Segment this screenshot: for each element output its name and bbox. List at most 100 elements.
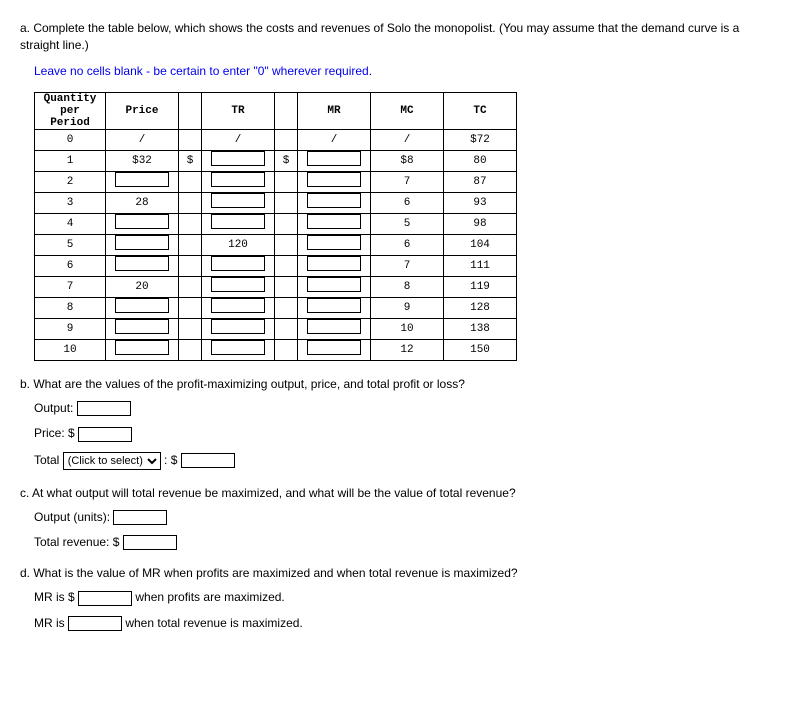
cell-q: 5 [35, 234, 106, 255]
cell-tc: 128 [444, 297, 517, 318]
cell-ds [275, 276, 298, 297]
cell-tc: 138 [444, 318, 517, 339]
cell-tc: 98 [444, 213, 517, 234]
header-quantity: Quantityper Period [35, 92, 106, 129]
mr-profits-label-post: when profits are maximized. [135, 590, 284, 604]
cell-mc: 12 [371, 339, 444, 360]
cell-mr[interactable] [298, 339, 371, 360]
cell-ds [275, 171, 298, 192]
cell-tr: / [202, 129, 275, 150]
cell-p: 28 [106, 192, 179, 213]
cell-ds [275, 318, 298, 339]
table-row: 5 120 6 104 [35, 234, 517, 255]
cell-q: 6 [35, 255, 106, 276]
mr-profits-input[interactable] [78, 591, 132, 606]
question-a-text: a. Complete the table below, which shows… [20, 20, 773, 54]
cell-mc: $8 [371, 150, 444, 171]
cell-ds [275, 234, 298, 255]
cell-q: 8 [35, 297, 106, 318]
cell-tc: 104 [444, 234, 517, 255]
cell-mc: 6 [371, 192, 444, 213]
cost-revenue-table: Quantityper Period Price TR MR MC TC 0 /… [34, 92, 517, 361]
cell-mr[interactable] [298, 213, 371, 234]
cell-tr[interactable] [202, 255, 275, 276]
cell-mr[interactable] [298, 234, 371, 255]
cell-q: 3 [35, 192, 106, 213]
table-row: 6 7 111 [35, 255, 517, 276]
cell-ds [275, 339, 298, 360]
question-c-text: c. At what output will total revenue be … [20, 486, 773, 500]
cell-p[interactable] [106, 339, 179, 360]
header-blank-1 [179, 92, 202, 129]
output-units-input[interactable] [113, 510, 167, 525]
colon-dollar: : $ [164, 453, 177, 467]
cell-mr[interactable] [298, 192, 371, 213]
cell-mr[interactable] [298, 255, 371, 276]
cell-tr[interactable] [202, 150, 275, 171]
header-price: Price [106, 92, 179, 129]
table-row: 10 12 150 [35, 339, 517, 360]
cell-tr[interactable] [202, 171, 275, 192]
price-label: Price: $ [34, 426, 75, 440]
cell-mc: 9 [371, 297, 444, 318]
cell-q: 0 [35, 129, 106, 150]
cell-mc: / [371, 129, 444, 150]
cell-tr[interactable] [202, 213, 275, 234]
cell-q: 10 [35, 339, 106, 360]
cell-ds [275, 129, 298, 150]
total-revenue-input[interactable] [123, 535, 177, 550]
cell-ds [179, 192, 202, 213]
total-select[interactable]: (Click to select) [63, 452, 161, 470]
cell-tr[interactable] [202, 276, 275, 297]
cell-mr[interactable] [298, 318, 371, 339]
cell-p[interactable] [106, 297, 179, 318]
header-mc: MC [371, 92, 444, 129]
cell-tr[interactable] [202, 339, 275, 360]
cell-ds [275, 255, 298, 276]
cell-ds [179, 276, 202, 297]
cell-ds [179, 318, 202, 339]
cell-tc: 87 [444, 171, 517, 192]
cell-tc: 80 [444, 150, 517, 171]
cell-tr[interactable] [202, 318, 275, 339]
cell-p[interactable] [106, 318, 179, 339]
price-input[interactable] [78, 427, 132, 442]
cell-ds [275, 192, 298, 213]
cell-ds [179, 234, 202, 255]
cell-p: / [106, 129, 179, 150]
table-row: 2 7 87 [35, 171, 517, 192]
mr-tr-input[interactable] [68, 616, 122, 631]
cell-ds [179, 213, 202, 234]
cell-tc: $72 [444, 129, 517, 150]
output-input[interactable] [77, 401, 131, 416]
cell-mr[interactable] [298, 150, 371, 171]
cell-p: 20 [106, 276, 179, 297]
cell-ds [179, 129, 202, 150]
cell-mr[interactable] [298, 297, 371, 318]
cell-ds [179, 171, 202, 192]
cell-ds [275, 213, 298, 234]
cell-p[interactable] [106, 171, 179, 192]
cell-tc: 150 [444, 339, 517, 360]
cell-p[interactable] [106, 255, 179, 276]
cell-q: 7 [35, 276, 106, 297]
cell-ds: $ [275, 150, 298, 171]
cell-q: 4 [35, 213, 106, 234]
mr-tr-label-pre: MR is [34, 616, 68, 630]
cell-mc: 8 [371, 276, 444, 297]
header-tc: TC [444, 92, 517, 129]
cell-tr[interactable] [202, 192, 275, 213]
mr-tr-label-post: when total revenue is maximized. [125, 616, 302, 630]
total-input[interactable] [181, 453, 235, 468]
blank-instruction: Leave no cells blank - be certain to ent… [34, 64, 773, 78]
cell-mr[interactable] [298, 276, 371, 297]
header-tr: TR [202, 92, 275, 129]
cell-p[interactable] [106, 234, 179, 255]
table-row: 3 28 6 93 [35, 192, 517, 213]
table-row: 0 / / / / $72 [35, 129, 517, 150]
cell-mr: / [298, 129, 371, 150]
mr-profits-label-pre: MR is $ [34, 590, 75, 604]
cell-tr[interactable] [202, 297, 275, 318]
cell-p[interactable] [106, 213, 179, 234]
cell-mr[interactable] [298, 171, 371, 192]
